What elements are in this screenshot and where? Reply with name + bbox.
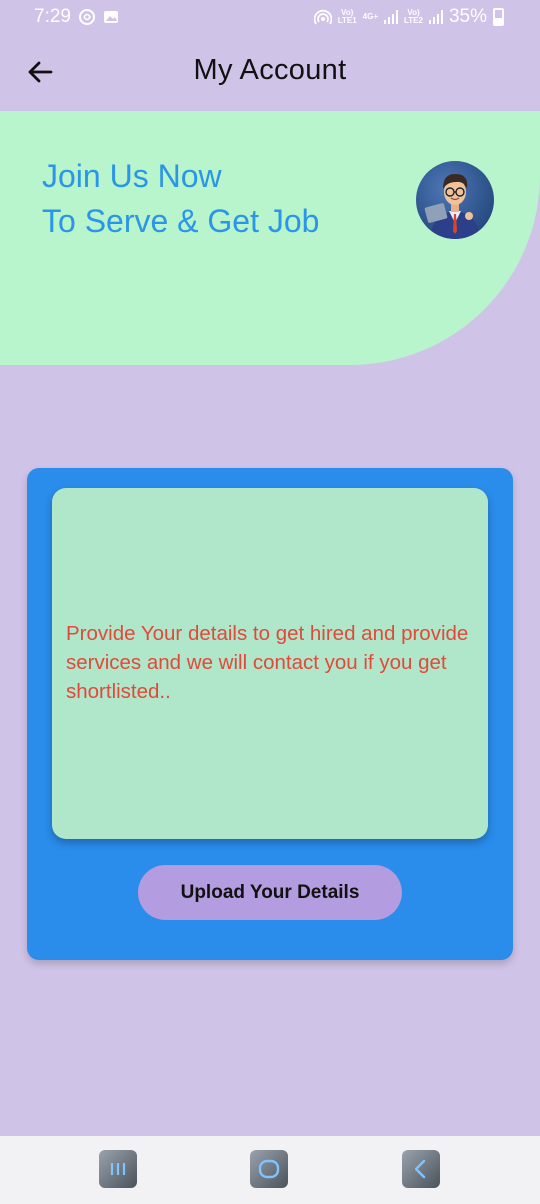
gallery-notification-icon (103, 11, 118, 23)
upload-details-card: Provide Your details to get hired and pr… (27, 468, 513, 960)
sim1-lte: LTE1 (337, 16, 357, 25)
battery-percent: 35% (448, 6, 487, 27)
hero-headline-line2: To Serve & Get Job (42, 203, 320, 239)
status-time: 7:29 (34, 6, 71, 27)
hotspot-icon (313, 9, 332, 25)
businessman-avatar-icon (416, 161, 494, 239)
hero-banner: Join Us Now To Serve & Get Job (0, 111, 540, 365)
signal-strength-2-icon (428, 10, 443, 24)
home-button[interactable] (250, 1150, 288, 1188)
status-right: Vo) LTE1 4G+ Vo) LTE2 35% (313, 6, 504, 28)
sim2-label: Vo) LTE2 (404, 9, 423, 25)
info-panel: Provide Your details to get hired and pr… (52, 488, 488, 839)
system-back-button[interactable] (402, 1150, 440, 1188)
hero-headline-line1: Join Us Now (42, 158, 222, 194)
system-nav-bar (0, 1136, 540, 1204)
status-left: 7:29 (34, 6, 119, 28)
page-title: My Account (193, 54, 347, 86)
signal-strength-1-icon (384, 10, 398, 24)
app-notification-icon (78, 9, 95, 25)
home-icon (258, 1159, 280, 1179)
sim2-lte: LTE2 (404, 16, 423, 25)
battery-icon (493, 8, 504, 26)
recent-apps-button[interactable] (99, 1150, 137, 1188)
network-type-label: 4G+ (362, 12, 378, 21)
info-message: Provide Your details to get hired and pr… (66, 622, 469, 703)
app-bar: My Account (0, 34, 540, 110)
status-bar: 7:29 Vo) LTE1 4G+ Vo) LTE2 35% (0, 0, 540, 34)
upload-details-button[interactable]: Upload Your Details (138, 865, 402, 920)
sim1-label: Vo) LTE1 (338, 9, 357, 25)
back-icon (414, 1159, 426, 1179)
recent-apps-icon (110, 1163, 126, 1175)
